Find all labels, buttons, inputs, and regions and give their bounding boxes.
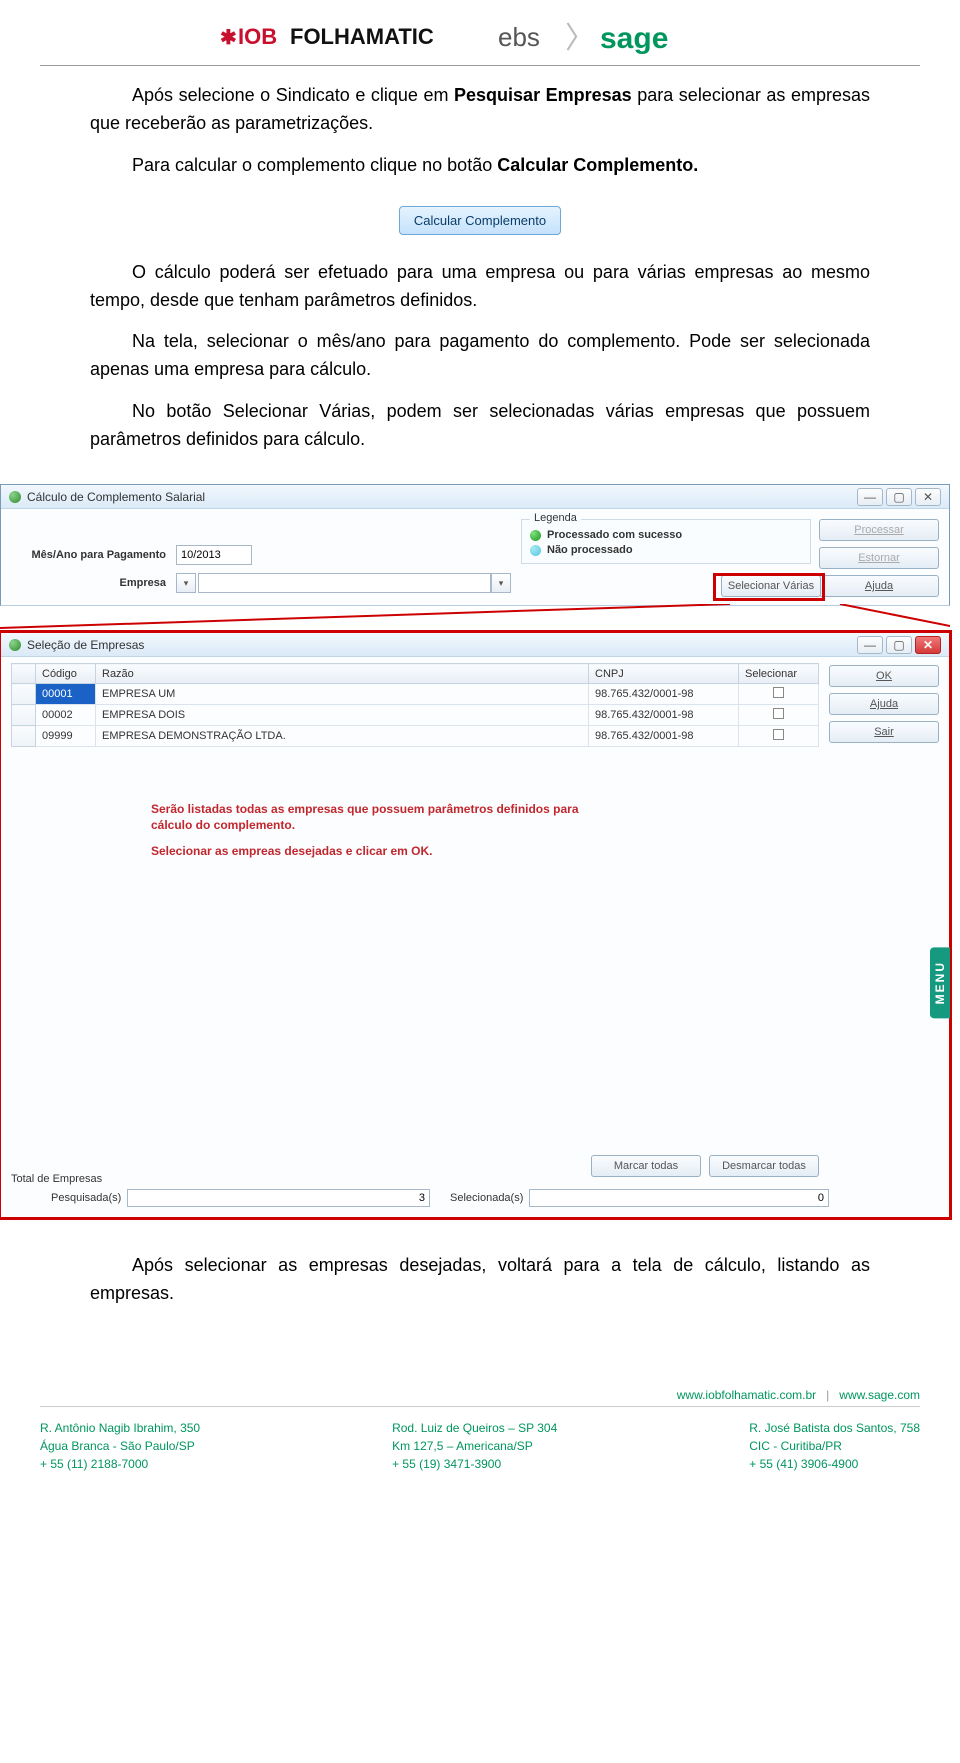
col-cnpj[interactable]: CNPJ — [589, 664, 739, 684]
svg-text:IOB: IOB — [238, 24, 277, 49]
legenda-box: Legenda Processado com sucesso Não proce… — [521, 519, 811, 564]
paragraph-2: Para calcular o complemento clique no bo… — [90, 152, 870, 180]
col-selecionar[interactable]: Selecionar — [739, 664, 819, 684]
estornar-button[interactable]: Estornar — [819, 547, 939, 569]
legenda-title: Legenda — [530, 512, 581, 524]
menu-tab[interactable]: MENU — [930, 947, 950, 1018]
minimize-button[interactable]: — — [857, 636, 883, 654]
selecionar-varias-button[interactable]: Selecionar Várias — [721, 575, 821, 597]
svg-text:sage: sage — [600, 22, 668, 55]
paragraph-3: O cálculo poderá ser efetuado para uma e… — [90, 259, 870, 315]
status-green-icon — [530, 530, 541, 541]
paragraph-4: Na tela, selecionar o mês/ano para pagam… — [90, 328, 870, 384]
table-row[interactable]: 00001 EMPRESA UM 98.765.432/0001-98 — [12, 684, 819, 705]
paragraph-5: No botão Selecionar Várias, podem ser se… — [90, 398, 870, 454]
calcular-complemento-button[interactable]: Calcular Complemento — [399, 206, 561, 235]
zoom-lines — [0, 604, 950, 632]
pesquisadas-label: Pesquisada(s) — [51, 1192, 121, 1204]
ajuda-button[interactable]: Ajuda — [819, 575, 939, 597]
table-row[interactable]: 00002 EMPRESA DOIS 98.765.432/0001-98 — [12, 705, 819, 726]
table-row[interactable]: 09999 EMPRESA DEMONSTRAÇÃO LTDA. 98.765.… — [12, 726, 819, 747]
paragraph-6: Após selecionar as empresas desejadas, v… — [90, 1252, 870, 1308]
maximize-button[interactable]: ▢ — [886, 636, 912, 654]
checkbox[interactable] — [773, 687, 784, 698]
window-title: Cálculo de Complemento Salarial — [27, 490, 851, 504]
footer-address-curitiba: R. José Batista dos Santos, 758CIC - Cur… — [749, 1419, 920, 1473]
checkbox[interactable] — [773, 708, 784, 719]
selecionadas-value — [529, 1189, 829, 1207]
processar-button[interactable]: Processar — [819, 519, 939, 541]
svg-text:✱: ✱ — [220, 27, 237, 49]
window-icon — [9, 639, 21, 651]
document-footer: www.iobfolhamatic.com.br | www.sage.com … — [0, 1368, 960, 1503]
footer-link-iob[interactable]: www.iobfolhamatic.com.br — [677, 1388, 816, 1402]
ajuda-button[interactable]: Ajuda — [829, 693, 939, 715]
header-divider — [40, 65, 920, 66]
footer-address-sp: R. Antônio Nagib Ibrahim, 350Água Branca… — [40, 1419, 200, 1473]
svg-text:〉: 〉 — [565, 22, 595, 55]
col-rowheader — [12, 664, 36, 684]
empresa-dropdown-left[interactable] — [176, 573, 196, 593]
mes-ano-label: Mês/Ano para Pagamento — [11, 549, 176, 561]
document-header: ✱ IOB FOLHAMATIC ebs 〉 sage — [40, 0, 920, 65]
pesquisadas-value — [127, 1189, 430, 1207]
empresa-input[interactable] — [198, 573, 491, 593]
svg-text:FOLHAMATIC: FOLHAMATIC — [290, 24, 434, 49]
svg-text:ebs: ebs — [498, 22, 540, 52]
window-calculo-complemento: Cálculo de Complemento Salarial — ▢ ✕ Mê… — [0, 484, 950, 606]
col-codigo[interactable]: Código — [36, 664, 96, 684]
window-icon — [9, 491, 21, 503]
status-cyan-icon — [530, 545, 541, 556]
window-selecao-empresas: Seleção de Empresas — ▢ ✕ Código Razão C… — [0, 632, 950, 1218]
legenda-nao-processado: Não processado — [547, 544, 633, 556]
minimize-button[interactable]: — — [857, 488, 883, 506]
empresas-table: Código Razão CNPJ Selecionar 00001 EMPRE… — [11, 663, 819, 747]
mes-ano-input[interactable] — [176, 545, 252, 565]
instruction-text: Serão listadas todas as empresas que pos… — [151, 801, 591, 860]
close-button[interactable]: ✕ — [915, 488, 941, 506]
totals-bar: Total de Empresas Pesquisada(s) Selecion… — [11, 1173, 829, 1207]
ok-button[interactable]: OK — [829, 665, 939, 687]
total-empresas-label: Total de Empresas — [11, 1173, 131, 1185]
close-button[interactable]: ✕ — [915, 636, 941, 654]
legenda-processado: Processado com sucesso — [547, 529, 682, 541]
empresa-label: Empresa — [11, 577, 176, 589]
sair-button[interactable]: Sair — [829, 721, 939, 743]
footer-link-sage[interactable]: www.sage.com — [839, 1388, 920, 1402]
empresa-dropdown-right[interactable] — [491, 573, 511, 593]
checkbox[interactable] — [773, 729, 784, 740]
window-title: Seleção de Empresas — [27, 638, 851, 652]
selecionadas-label: Selecionada(s) — [450, 1192, 523, 1204]
paragraph-1: Após selecione o Sindicato e clique em P… — [90, 82, 870, 138]
col-razao[interactable]: Razão — [96, 664, 589, 684]
maximize-button[interactable]: ▢ — [886, 488, 912, 506]
footer-address-americana: Rod. Luiz de Queiros – SP 304Km 127,5 – … — [392, 1419, 557, 1473]
brand-logos: ✱ IOB FOLHAMATIC ebs 〉 sage — [220, 18, 740, 56]
